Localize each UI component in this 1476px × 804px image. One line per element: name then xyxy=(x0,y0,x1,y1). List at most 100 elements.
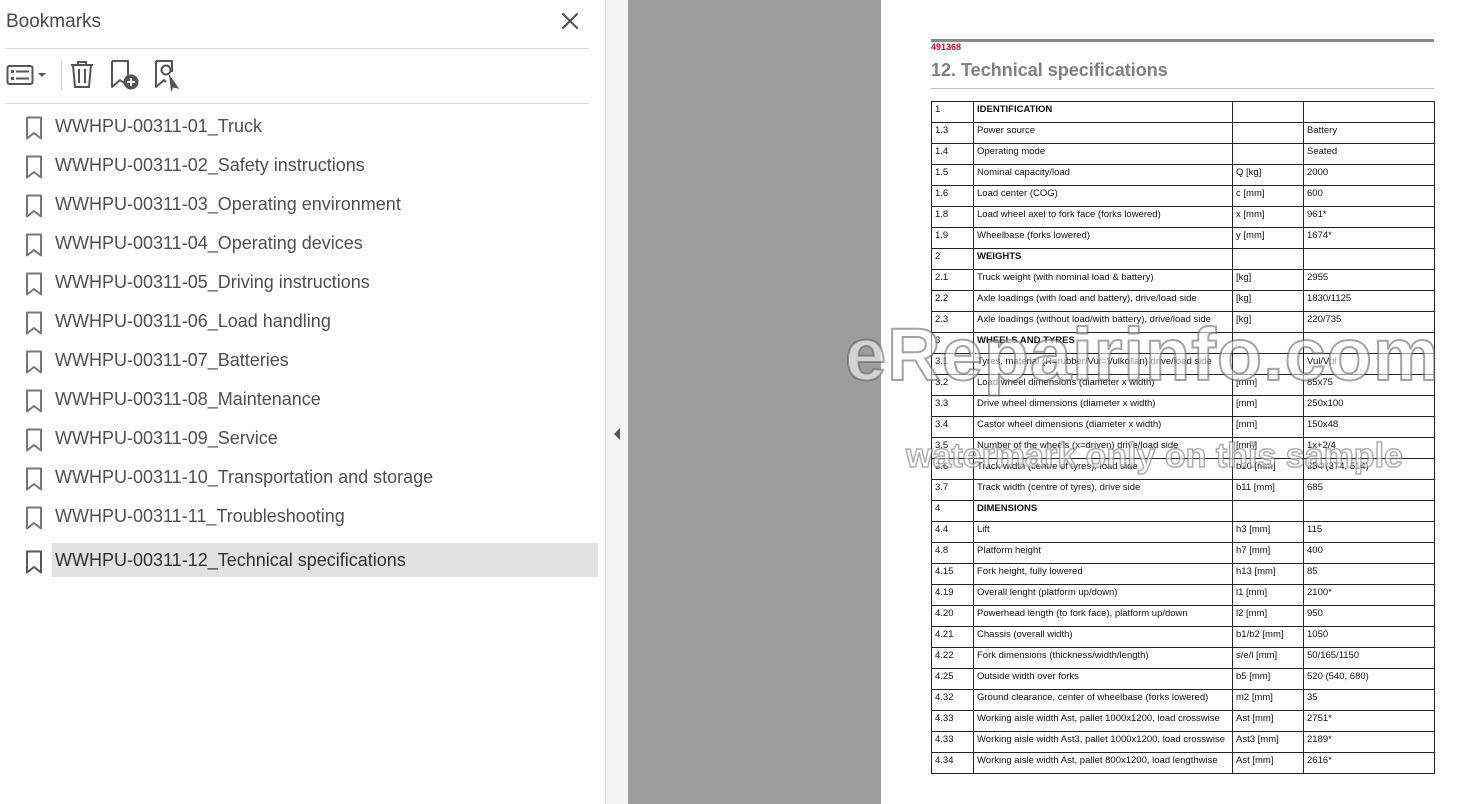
bookmarks-panel: Bookmarks WWHPU-00311-01_Truck WWHPU-003… xyxy=(0,0,606,804)
bookmark-label: WWHPU-00311-10_Transportation and storag… xyxy=(55,467,434,487)
spec-description: Castor wheel dimensions (diameter x widt… xyxy=(973,416,1233,438)
spec-description: Lift xyxy=(973,521,1233,543)
bookmark-item[interactable]: WWHPU-00311-04_Operating devices xyxy=(0,226,606,262)
spec-value: 1830/1125 xyxy=(1303,290,1435,312)
spec-description: Outside width over forks xyxy=(973,668,1233,690)
spec-row: 1.9 Wheelbase (forks lowered) y [mm] 1674* xyxy=(931,227,1435,249)
spec-row: 3.7 Track width (centre of tyres), drive … xyxy=(931,479,1435,501)
bookmark-item[interactable]: WWHPU-00311-06_Load handling xyxy=(0,304,606,340)
spec-row: 1.4 Operating mode Seated xyxy=(931,143,1435,165)
delete-bookmark-button[interactable] xyxy=(68,58,96,92)
watermark-text: eRepairinfo.com xyxy=(844,312,1440,397)
spec-value: 2000 xyxy=(1303,164,1435,186)
spec-no: 4.33 xyxy=(931,731,974,753)
spec-row: 4.34 Working aisle width Ast, pallet 800x… xyxy=(931,752,1435,774)
spec-description: DIMENSIONS xyxy=(973,500,1233,522)
spec-unit: m2 [mm] xyxy=(1232,689,1304,711)
spec-no: 4.33 xyxy=(931,710,974,732)
bookmark-item[interactable]: WWHPU-00311-11_Troubleshooting xyxy=(0,499,606,535)
bookmark-label: WWHPU-00311-12_Technical specifications xyxy=(55,550,406,570)
spec-no: 3.4 xyxy=(931,416,974,438)
bookmark-label: WWHPU-00311-04_Operating devices xyxy=(55,233,363,253)
spec-no: 4.20 xyxy=(931,605,974,627)
spec-unit: [kg] xyxy=(1232,269,1304,291)
add-bookmark-icon xyxy=(108,60,142,96)
spec-unit: b1/b2 [mm] xyxy=(1232,626,1304,648)
document-background xyxy=(628,0,881,804)
spec-section-row: 4 DIMENSIONS xyxy=(931,500,1435,522)
title-rule xyxy=(931,88,1434,89)
page-title: 12. Technical specifications xyxy=(931,60,1168,80)
spec-unit: l2 [mm] xyxy=(1232,605,1304,627)
bookmark-item[interactable]: WWHPU-00311-09_Service xyxy=(0,421,606,457)
spec-row: 1.3 Power source Battery xyxy=(931,122,1435,144)
bookmark-label: WWHPU-00311-09_Service xyxy=(55,428,278,448)
find-bookmark-button[interactable] xyxy=(152,58,184,92)
spec-no: 4 xyxy=(931,500,974,522)
bookmarks-title: Bookmarks xyxy=(6,11,102,32)
spec-row: 4.22 Fork dimensions (thickness/width/len… xyxy=(931,647,1435,669)
spec-description: Truck weight (with nominal load & batter… xyxy=(973,269,1233,291)
close-icon[interactable] xyxy=(558,9,582,33)
spec-row: 4.33 Working aisle width Ast3, pallet 100… xyxy=(931,731,1435,753)
document-page: 491368 12. Technical specifications 1 IDE… xyxy=(881,0,1476,804)
spec-unit: s/e/l [mm] xyxy=(1232,647,1304,669)
spec-unit: h7 [mm] xyxy=(1232,542,1304,564)
spec-no: 4.4 xyxy=(931,521,974,543)
spec-section-row: 2 WEIGHTS xyxy=(931,248,1435,270)
spec-description: Wheelbase (forks lowered) xyxy=(973,227,1233,249)
bookmark-label: WWHPU-00311-07_Batteries xyxy=(55,350,289,370)
panel-splitter[interactable] xyxy=(606,0,628,804)
bookmark-label: WWHPU-00311-05_Driving instructions xyxy=(55,272,370,292)
spec-value: 2189* xyxy=(1303,731,1435,753)
spec-value: 2955 xyxy=(1303,269,1435,291)
spec-value: 2616* xyxy=(1303,752,1435,774)
spec-no: 1.5 xyxy=(931,164,974,186)
bookmark-item[interactable]: WWHPU-00311-02_Safety instructions xyxy=(0,148,606,184)
spec-unit: c [mm] xyxy=(1232,185,1304,207)
spec-description: Working aisle width Ast3, pallet 1000x12… xyxy=(973,731,1233,753)
spec-row: 2.2 Axle loadings (with load and battery)… xyxy=(931,290,1435,312)
spec-unit: Ast3 [mm] xyxy=(1232,731,1304,753)
spec-row: 4.20 Powerhead length (to fork face), pla… xyxy=(931,605,1435,627)
new-bookmark-button[interactable] xyxy=(108,58,142,92)
spec-description: Working aisle width Ast, pallet 1000x120… xyxy=(973,710,1233,732)
bookmark-item[interactable]: WWHPU-00311-07_Batteries xyxy=(0,343,606,379)
spec-value: 1050 xyxy=(1303,626,1435,648)
spec-row: 4.32 Ground clearance, center of wheelbas… xyxy=(931,689,1435,711)
spec-row: 3.4 Castor wheel dimensions (diameter x w… xyxy=(931,416,1435,438)
spec-unit: [mm] xyxy=(1232,395,1304,417)
bookmark-item[interactable]: WWHPU-00311-05_Driving instructions xyxy=(0,265,606,301)
spec-row: 4.15 Fork height, fully lowered h13 [mm] 85 xyxy=(931,563,1435,585)
bookmark-icon xyxy=(25,428,43,452)
bookmark-item[interactable]: WWHPU-00311-03_Operating environment xyxy=(0,187,606,223)
spec-value: 85 xyxy=(1303,563,1435,585)
spec-unit xyxy=(1232,101,1304,123)
bookmark-item[interactable]: WWHPU-00311-08_Maintenance xyxy=(0,382,606,418)
bookmark-icon xyxy=(25,155,43,179)
spec-description: Overall lenght (platform up/down) xyxy=(973,584,1233,606)
options-list-button[interactable] xyxy=(6,58,48,92)
spec-no: 4.15 xyxy=(931,563,974,585)
bookmark-label: WWHPU-00311-02_Safety instructions xyxy=(55,155,365,175)
spec-value: 250x100 xyxy=(1303,395,1435,417)
spec-row: 1.5 Nominal capacity/load Q [kg] 2000 xyxy=(931,164,1435,186)
spec-value: 2100* xyxy=(1303,584,1435,606)
bookmark-icon xyxy=(25,350,43,374)
divider xyxy=(6,48,589,49)
spec-row: 4.8 Platform height h7 [mm] 400 xyxy=(931,542,1435,564)
spec-no: 4.25 xyxy=(931,668,974,690)
bookmark-icon xyxy=(25,506,43,530)
collapse-panel-arrow-icon[interactable] xyxy=(611,426,623,442)
bookmark-item[interactable]: WWHPU-00311-10_Transportation and storag… xyxy=(0,460,606,496)
bookmark-label: WWHPU-00311-06_Load handling xyxy=(55,311,331,331)
spec-description: Fork dimensions (thickness/width/length) xyxy=(973,647,1233,669)
bookmark-item-selected[interactable]: WWHPU-00311-12_Technical specifications xyxy=(0,543,606,579)
bookmark-icon xyxy=(25,233,43,257)
spec-value: 50/165/1150 xyxy=(1303,647,1435,669)
spec-description: Working aisle width Ast, pallet 800x1200… xyxy=(973,752,1233,774)
spec-unit: [kg] xyxy=(1232,290,1304,312)
bookmark-item[interactable]: WWHPU-00311-01_Truck xyxy=(0,109,606,145)
spec-no: 2.2 xyxy=(931,290,974,312)
spec-row: 4.33 Working aisle width Ast, pallet 1000… xyxy=(931,710,1435,732)
